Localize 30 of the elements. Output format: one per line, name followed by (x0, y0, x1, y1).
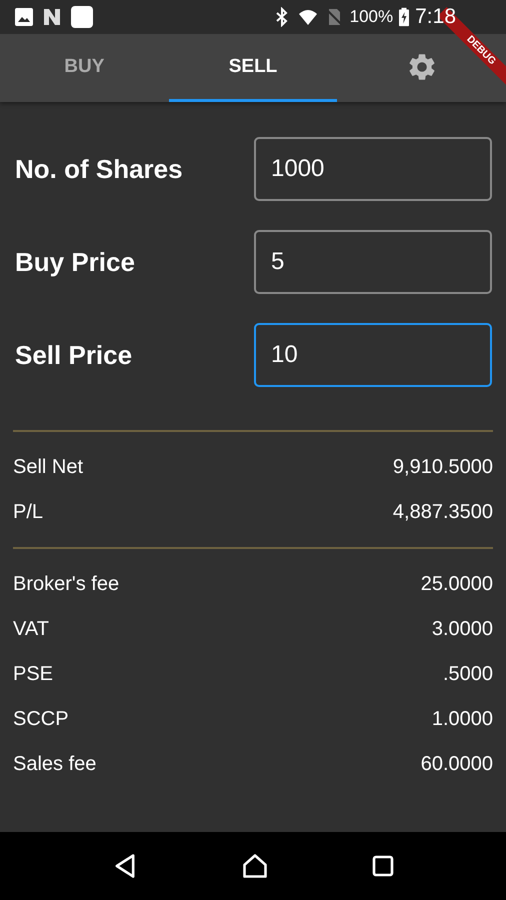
n-icon (42, 7, 62, 27)
fee-value: .5000 (442, 663, 493, 686)
fee-label: PSE (13, 663, 54, 686)
result-value: 4,887.3500 (392, 501, 493, 524)
fee-label: SCCP (13, 708, 69, 731)
fee-value: 3.0000 (432, 618, 493, 641)
field-label: Buy Price (15, 246, 135, 278)
result-label: P/L (13, 501, 44, 524)
battery-percent: 100% (350, 7, 394, 27)
square-icon (70, 5, 94, 29)
fee-label: VAT (13, 618, 49, 641)
result-value: 9,910.5000 (392, 456, 493, 479)
fee-label: Sales fee (13, 753, 96, 776)
wifi-icon (298, 7, 318, 27)
result-label: Sell Net (13, 456, 84, 479)
image-icon (14, 7, 34, 27)
recents-icon[interactable] (371, 854, 395, 878)
battery-charging-icon (399, 7, 410, 27)
tab[interactable]: BUY (0, 34, 169, 102)
fee-label: Broker's fee (13, 573, 120, 596)
field-label: No. of Shares (15, 154, 183, 184)
input-field[interactable]: 5 (254, 230, 492, 294)
input-field[interactable]: 10 (254, 323, 492, 387)
fee-value: 60.0000 (420, 753, 493, 776)
fee-value: 25.0000 (420, 573, 493, 596)
input-field[interactable]: 1000 (254, 137, 492, 201)
fee-value: 1.0000 (432, 708, 493, 731)
home-icon[interactable] (241, 852, 269, 880)
field-label: Sell Price (15, 340, 132, 370)
tab[interactable]: SELL (168, 34, 338, 102)
